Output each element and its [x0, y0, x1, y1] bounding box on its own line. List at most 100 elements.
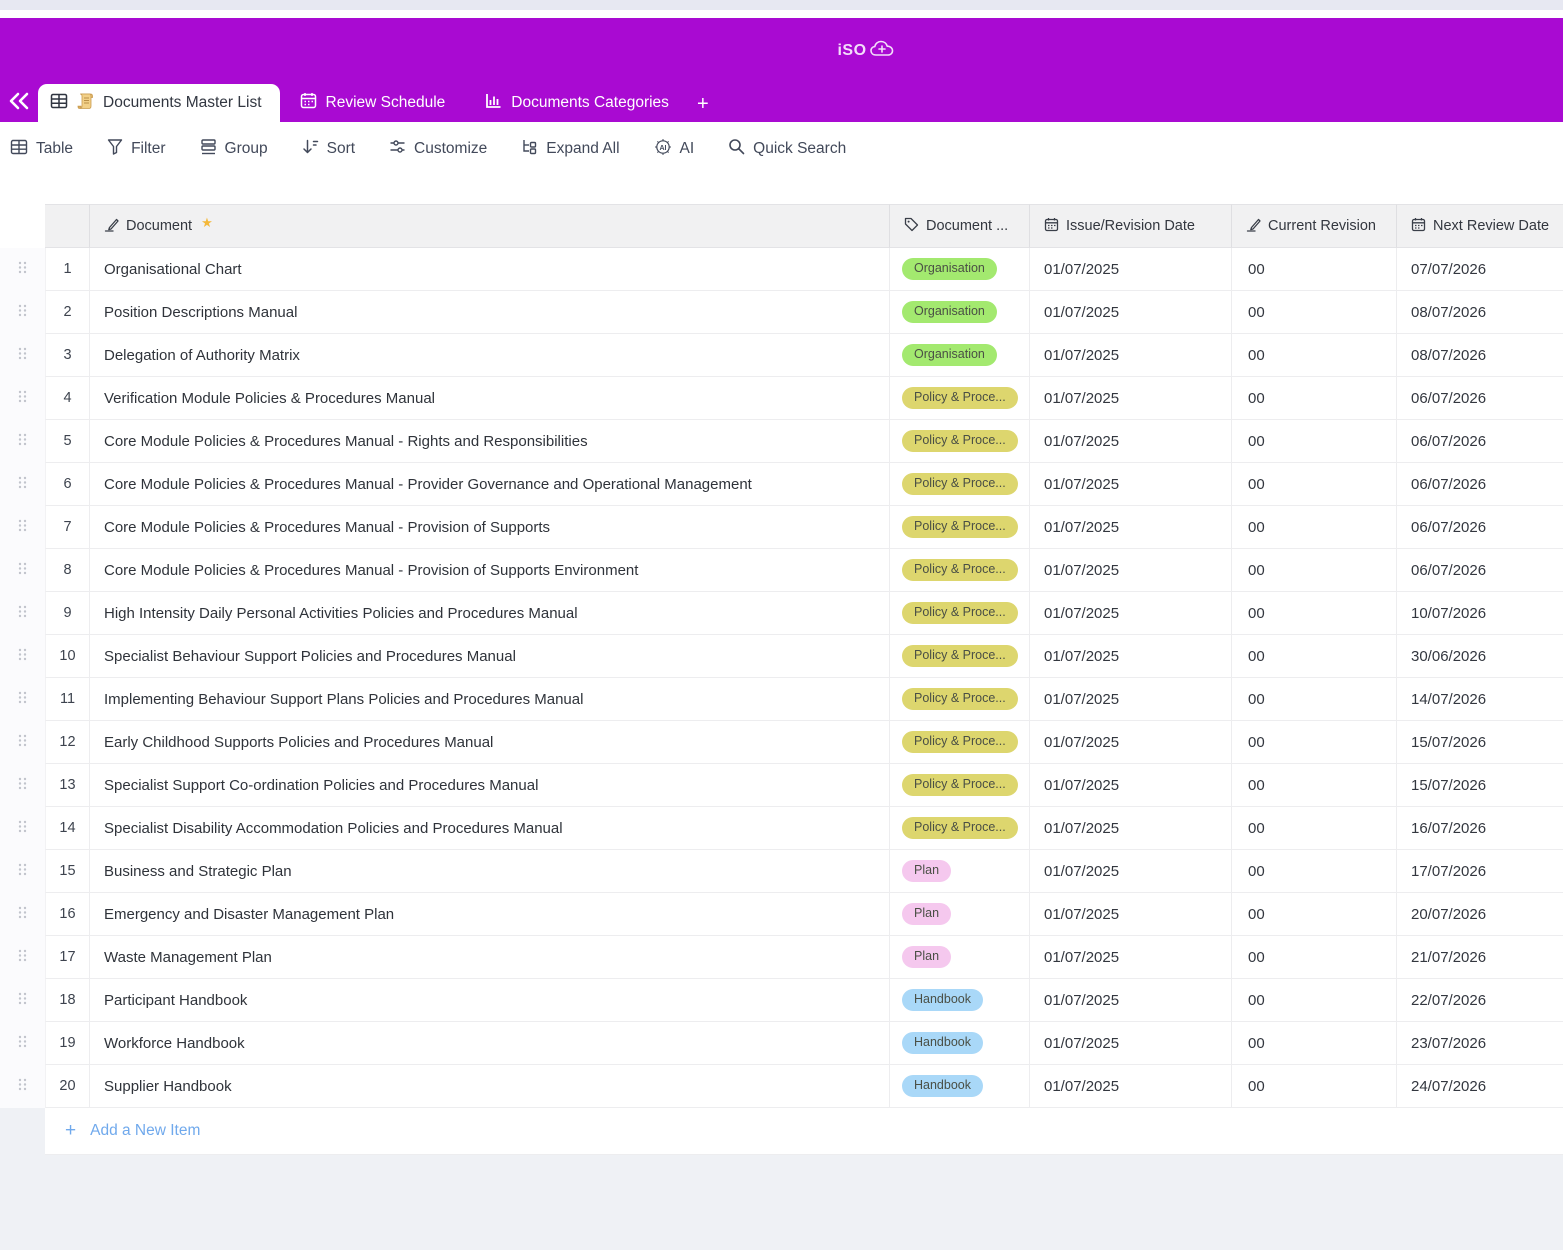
document-title[interactable]: Business and Strategic Plan [90, 850, 890, 893]
category-cell[interactable]: Policy & Proce... [890, 635, 1030, 678]
drag-handle-icon[interactable] [18, 605, 27, 623]
drag-handle-icon[interactable] [18, 906, 27, 924]
quick-search-button[interactable]: Quick Search [728, 138, 846, 160]
next-review-date[interactable]: 07/07/2026 [1397, 248, 1563, 291]
current-revision[interactable]: 00 [1232, 377, 1397, 420]
drag-handle-icon[interactable] [18, 347, 27, 365]
drag-handle-icon[interactable] [18, 863, 27, 881]
document-title[interactable]: Core Module Policies & Procedures Manual… [90, 549, 890, 592]
category-cell[interactable]: Handbook [890, 979, 1030, 1022]
current-revision[interactable]: 00 [1232, 1065, 1397, 1108]
current-revision[interactable]: 00 [1232, 721, 1397, 764]
issue-date[interactable]: 01/07/2025 [1030, 592, 1232, 635]
drag-handle-icon[interactable] [18, 519, 27, 537]
next-review-date[interactable]: 06/07/2026 [1397, 506, 1563, 549]
category-cell[interactable]: Handbook [890, 1022, 1030, 1065]
document-title[interactable]: Core Module Policies & Procedures Manual… [90, 506, 890, 549]
category-cell[interactable]: Plan [890, 893, 1030, 936]
issue-date[interactable]: 01/07/2025 [1030, 377, 1232, 420]
next-review-date[interactable]: 08/07/2026 [1397, 291, 1563, 334]
document-title[interactable]: Specialist Support Co-ordination Policie… [90, 764, 890, 807]
current-revision[interactable]: 00 [1232, 635, 1397, 678]
document-title[interactable]: Position Descriptions Manual [90, 291, 890, 334]
issue-date[interactable]: 01/07/2025 [1030, 721, 1232, 764]
issue-date[interactable]: 01/07/2025 [1030, 850, 1232, 893]
column-header-issue-revision-date[interactable]: Issue/Revision Date [1030, 204, 1232, 248]
document-title[interactable]: Specialist Behaviour Support Policies an… [90, 635, 890, 678]
document-title[interactable]: Participant Handbook [90, 979, 890, 1022]
category-cell[interactable]: Handbook [890, 1065, 1030, 1108]
document-title[interactable]: Verification Module Policies & Procedure… [90, 377, 890, 420]
next-review-date[interactable]: 15/07/2026 [1397, 721, 1563, 764]
category-cell[interactable]: Plan [890, 936, 1030, 979]
document-title[interactable]: Early Childhood Supports Policies and Pr… [90, 721, 890, 764]
next-review-date[interactable]: 23/07/2026 [1397, 1022, 1563, 1065]
tab-review-schedule[interactable]: Review Schedule [280, 84, 466, 122]
category-cell[interactable]: Organisation [890, 334, 1030, 377]
tab-documents-master-list[interactable]: Documents Master List [38, 84, 280, 122]
add-tab-button[interactable]: + [689, 93, 725, 122]
drag-handle-icon[interactable] [18, 949, 27, 967]
current-revision[interactable]: 00 [1232, 764, 1397, 807]
current-revision[interactable]: 00 [1232, 850, 1397, 893]
category-cell[interactable]: Policy & Proce... [890, 592, 1030, 635]
category-cell[interactable]: Policy & Proce... [890, 807, 1030, 850]
drag-handle-icon[interactable] [18, 820, 27, 838]
issue-date[interactable]: 01/07/2025 [1030, 248, 1232, 291]
next-review-date[interactable]: 14/07/2026 [1397, 678, 1563, 721]
issue-date[interactable]: 01/07/2025 [1030, 420, 1232, 463]
column-header-document-type[interactable]: Document ... [890, 204, 1030, 248]
drag-handle-icon[interactable] [18, 691, 27, 709]
document-title[interactable]: Delegation of Authority Matrix [90, 334, 890, 377]
current-revision[interactable]: 00 [1232, 549, 1397, 592]
current-revision[interactable]: 00 [1232, 893, 1397, 936]
category-cell[interactable]: Organisation [890, 248, 1030, 291]
next-review-date[interactable]: 15/07/2026 [1397, 764, 1563, 807]
drag-handle-icon[interactable] [18, 261, 27, 279]
next-review-date[interactable]: 22/07/2026 [1397, 979, 1563, 1022]
next-review-date[interactable]: 06/07/2026 [1397, 549, 1563, 592]
issue-date[interactable]: 01/07/2025 [1030, 549, 1232, 592]
current-revision[interactable]: 00 [1232, 979, 1397, 1022]
current-revision[interactable]: 00 [1232, 420, 1397, 463]
category-cell[interactable]: Policy & Proce... [890, 377, 1030, 420]
current-revision[interactable]: 00 [1232, 463, 1397, 506]
issue-date[interactable]: 01/07/2025 [1030, 764, 1232, 807]
document-title[interactable]: Supplier Handbook [90, 1065, 890, 1108]
issue-date[interactable]: 01/07/2025 [1030, 1022, 1232, 1065]
current-revision[interactable]: 00 [1232, 592, 1397, 635]
next-review-date[interactable]: 17/07/2026 [1397, 850, 1563, 893]
issue-date[interactable]: 01/07/2025 [1030, 1065, 1232, 1108]
filter-button[interactable]: Filter [107, 138, 165, 160]
next-review-date[interactable]: 16/07/2026 [1397, 807, 1563, 850]
current-revision[interactable]: 00 [1232, 936, 1397, 979]
document-title[interactable]: Workforce Handbook [90, 1022, 890, 1065]
ai-button[interactable]: AI AI [654, 138, 695, 161]
document-title[interactable]: Organisational Chart [90, 248, 890, 291]
document-title[interactable]: Core Module Policies & Procedures Manual… [90, 463, 890, 506]
current-revision[interactable]: 00 [1232, 678, 1397, 721]
drag-handle-icon[interactable] [18, 1035, 27, 1053]
issue-date[interactable]: 01/07/2025 [1030, 678, 1232, 721]
document-title[interactable]: Emergency and Disaster Management Plan [90, 893, 890, 936]
next-review-date[interactable]: 10/07/2026 [1397, 592, 1563, 635]
drag-handle-icon[interactable] [18, 992, 27, 1010]
tab-documents-categories[interactable]: Documents Categories [465, 84, 689, 122]
category-cell[interactable]: Policy & Proce... [890, 721, 1030, 764]
next-review-date[interactable]: 06/07/2026 [1397, 377, 1563, 420]
expand-all-button[interactable]: Expand All [521, 138, 619, 160]
table-view-button[interactable]: Table [10, 138, 73, 161]
category-cell[interactable]: Organisation [890, 291, 1030, 334]
issue-date[interactable]: 01/07/2025 [1030, 506, 1232, 549]
document-title[interactable]: Core Module Policies & Procedures Manual… [90, 420, 890, 463]
issue-date[interactable]: 01/07/2025 [1030, 807, 1232, 850]
next-review-date[interactable]: 30/06/2026 [1397, 635, 1563, 678]
next-review-date[interactable]: 24/07/2026 [1397, 1065, 1563, 1108]
group-button[interactable]: Group [200, 138, 268, 160]
column-header-current-revision[interactable]: Current Revision [1232, 204, 1397, 248]
current-revision[interactable]: 00 [1232, 291, 1397, 334]
drag-handle-icon[interactable] [18, 562, 27, 580]
category-cell[interactable]: Policy & Proce... [890, 506, 1030, 549]
document-title[interactable]: Implementing Behaviour Support Plans Pol… [90, 678, 890, 721]
category-cell[interactable]: Policy & Proce... [890, 463, 1030, 506]
